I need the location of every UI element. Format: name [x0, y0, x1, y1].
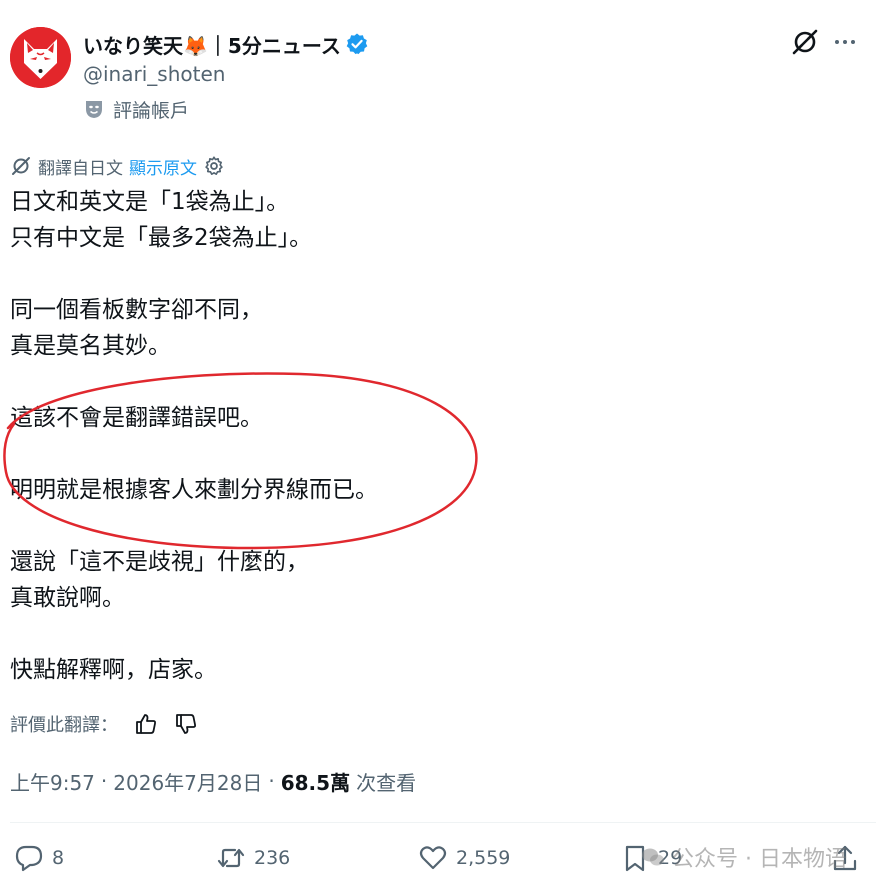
- view-count-label: 次查看: [356, 770, 417, 795]
- separator-dot: ·: [268, 769, 275, 793]
- display-name[interactable]: いなり笑天🦊｜5分ニュース: [83, 30, 341, 59]
- like-button[interactable]: 2,559: [418, 836, 510, 880]
- reply-button[interactable]: 8: [14, 836, 64, 880]
- like-count: 2,559: [456, 847, 511, 869]
- tweet-line-blank: [10, 256, 870, 292]
- watermark-text: 公众号 · 日本物语: [672, 847, 847, 872]
- gear-icon[interactable]: [203, 155, 225, 177]
- tweet-line: 同一個看板數字卻不同，: [10, 297, 263, 323]
- tweet-line-blank: [10, 364, 870, 400]
- tweet-line: 這該不會是翻譯錯誤吧。: [10, 405, 263, 431]
- avatar[interactable]: [10, 27, 71, 88]
- show-original-link[interactable]: 顯示原文: [129, 154, 197, 179]
- tweet-text: 日文和英文是「1袋為止」。 只有中文是「最多2袋為止」。 同一個看板數字卻不同，…: [10, 184, 870, 688]
- tweet-line: 還說「這不是歧視」什麼的，: [10, 549, 309, 575]
- account-label-text: 評論帳戶: [113, 99, 190, 122]
- translated-from-text: 翻譯自日文: [38, 158, 123, 179]
- author-handle[interactable]: @inari_shoten: [83, 62, 225, 86]
- post-time[interactable]: 上午9:57: [10, 767, 95, 796]
- repost-count: 236: [254, 847, 291, 869]
- post-date[interactable]: 2026年7月28日: [113, 767, 262, 796]
- tweet-line-blank: [10, 616, 870, 652]
- reply-count: 8: [52, 847, 65, 869]
- translation-bar: 翻譯自日文 顯示原文: [10, 154, 225, 179]
- divider: [10, 822, 876, 823]
- grok-icon[interactable]: [789, 26, 821, 58]
- reply-icon: [15, 845, 43, 872]
- view-count: 68.5萬: [280, 770, 351, 795]
- like-icon: [419, 846, 447, 870]
- wechat-icon: [642, 848, 664, 866]
- account-label[interactable]: 評論帳戶: [83, 96, 189, 122]
- comedy-mask-icon: [86, 101, 102, 118]
- tweet-line-blank: [10, 436, 870, 472]
- name-row: いなり笑天🦊｜5分ニュース: [83, 30, 369, 58]
- repost-icon: [217, 848, 245, 868]
- tweet-line: 真敢說啊。: [10, 585, 125, 611]
- rate-translation-label: 評價此翻譯：: [10, 715, 118, 736]
- verified-badge-icon: [346, 33, 368, 55]
- tweet-line: 快點解釋啊，店家。: [10, 657, 217, 683]
- tweet-line: 日文和英文是「1袋為止」。: [10, 189, 290, 215]
- more-dot: [843, 40, 847, 44]
- thumbs-up-icon[interactable]: [134, 712, 158, 736]
- more-dot: [851, 40, 855, 44]
- tweet-line-blank: [10, 508, 870, 544]
- more-dot: [835, 40, 839, 44]
- watermark: 公众号 · 日本物语: [640, 840, 847, 874]
- tweet-line: 明明就是根據客人來劃分界線而已。: [10, 477, 378, 503]
- thumbs-down-icon[interactable]: [174, 712, 198, 736]
- tweet-line: 真是莫名其妙。: [10, 333, 171, 359]
- tweet-line: 只有中文是「最多2袋為止」。: [10, 225, 313, 251]
- translate-icon: [12, 157, 30, 175]
- repost-button[interactable]: 236: [216, 836, 290, 880]
- tweet-meta: 上午9:57 · 2026年7月28日 · 68.5萬 次查看: [10, 765, 416, 797]
- rate-translation: 評價此翻譯：: [10, 709, 198, 739]
- tweet-header: いなり笑天🦊｜5分ニュース @inari_shoten 評論帳戶: [0, 0, 896, 140]
- more-icon[interactable]: [829, 28, 861, 56]
- fox-mask-avatar: [10, 27, 71, 88]
- separator-dot: ·: [100, 769, 108, 793]
